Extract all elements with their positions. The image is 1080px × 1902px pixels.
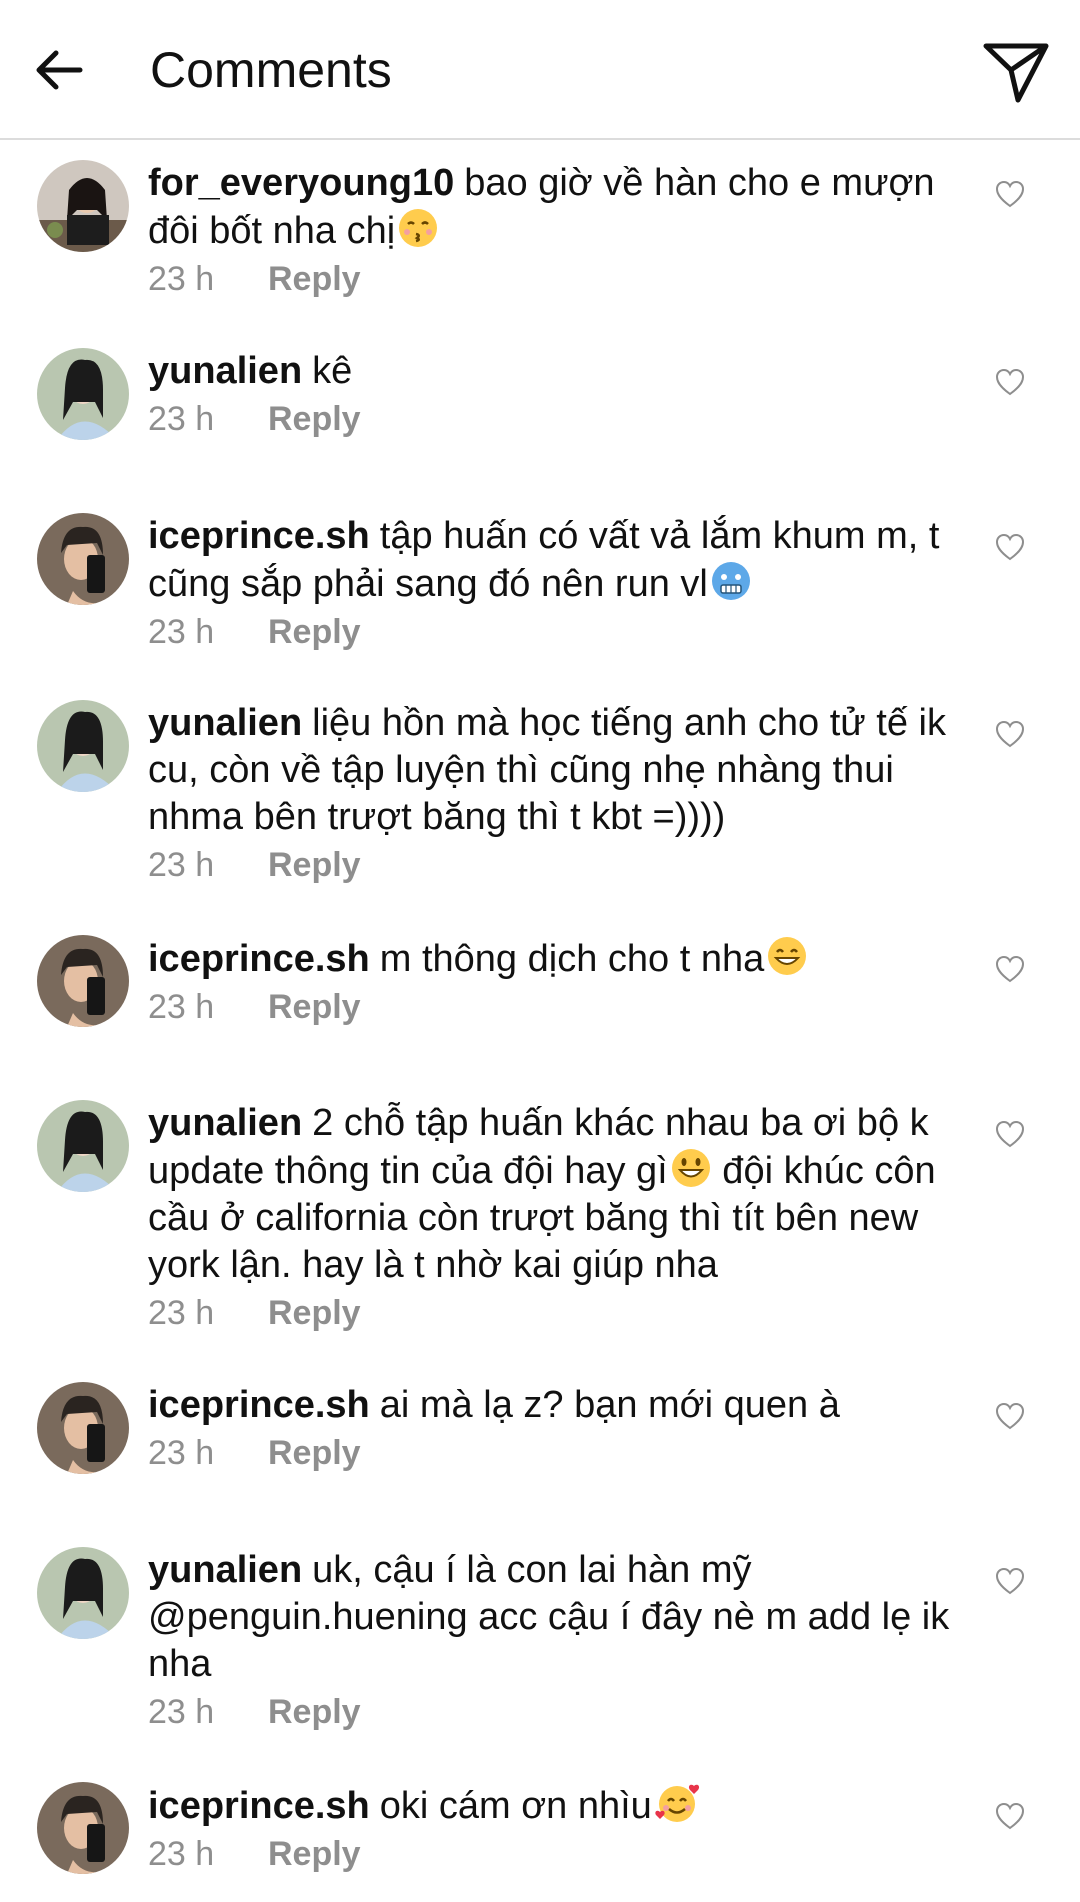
send-icon[interactable] <box>980 36 1052 108</box>
heart-icon[interactable] <box>995 1402 1025 1430</box>
username[interactable]: yunalien <box>148 1102 302 1144</box>
avatar[interactable] <box>37 700 129 792</box>
username[interactable]: iceprince.sh <box>148 1384 370 1426</box>
timestamp: 23 h <box>148 1835 215 1873</box>
reply-button[interactable]: Reply <box>268 1693 361 1731</box>
username[interactable]: for_everyoung10 <box>148 162 454 204</box>
reply-button[interactable]: Reply <box>268 1294 361 1332</box>
avatar[interactable] <box>37 160 129 252</box>
comment-text: m thông dịch cho t nha <box>379 938 765 980</box>
timestamp: 23 h <box>148 988 215 1026</box>
avatar[interactable] <box>37 513 129 605</box>
username[interactable]: yunalien <box>148 350 302 392</box>
kissing-face-emoji <box>399 209 438 247</box>
reply-button[interactable]: Reply <box>268 400 361 438</box>
avatar[interactable] <box>37 1547 129 1639</box>
avatar[interactable] <box>37 1100 129 1192</box>
comments-header: Comments <box>0 0 1080 140</box>
comment-text: ai mà lạ z? bạn mới quen à <box>379 1384 840 1426</box>
username[interactable]: yunalien <box>148 702 302 744</box>
heart-icon[interactable] <box>995 368 1025 396</box>
heart-icon[interactable] <box>995 1120 1025 1148</box>
reply-button[interactable]: Reply <box>268 613 361 651</box>
timestamp: 23 h <box>148 846 215 884</box>
heart-icon[interactable] <box>995 533 1025 561</box>
heart-icon[interactable] <box>995 180 1025 208</box>
avatar[interactable] <box>37 348 129 440</box>
timestamp: 23 h <box>148 1434 215 1472</box>
timestamp: 23 h <box>148 260 215 298</box>
comment-text: oki cám ơn nhìu <box>379 1785 652 1827</box>
heart-icon[interactable] <box>995 1802 1025 1830</box>
username[interactable]: iceprince.sh <box>148 515 370 557</box>
reply-button[interactable]: Reply <box>268 260 361 298</box>
comment-text: kê <box>312 350 353 392</box>
username[interactable]: iceprince.sh <box>148 938 370 980</box>
smiling-face-with-hearts-emoji <box>655 1784 699 1822</box>
heart-icon[interactable] <box>995 1567 1025 1595</box>
timestamp: 23 h <box>148 1294 215 1332</box>
reply-button[interactable]: Reply <box>268 1835 361 1873</box>
reply-button[interactable]: Reply <box>268 1434 361 1472</box>
username[interactable]: iceprince.sh <box>148 1785 370 1827</box>
timestamp: 23 h <box>148 400 215 438</box>
username[interactable]: yunalien <box>148 1549 302 1591</box>
avatar[interactable] <box>37 1782 129 1874</box>
avatar[interactable] <box>37 1382 129 1474</box>
back-arrow-icon[interactable] <box>30 40 90 100</box>
heart-icon[interactable] <box>995 720 1025 748</box>
avatar[interactable] <box>37 935 129 1027</box>
cold-face-emoji <box>711 562 750 600</box>
reply-button[interactable]: Reply <box>268 988 361 1026</box>
page-title: Comments <box>150 42 392 98</box>
smiley-face-emoji <box>671 1149 710 1187</box>
reply-button[interactable]: Reply <box>268 846 361 884</box>
grinning-face-emoji <box>768 937 807 975</box>
timestamp: 23 h <box>148 1693 215 1731</box>
heart-icon[interactable] <box>995 955 1025 983</box>
timestamp: 23 h <box>148 613 215 651</box>
